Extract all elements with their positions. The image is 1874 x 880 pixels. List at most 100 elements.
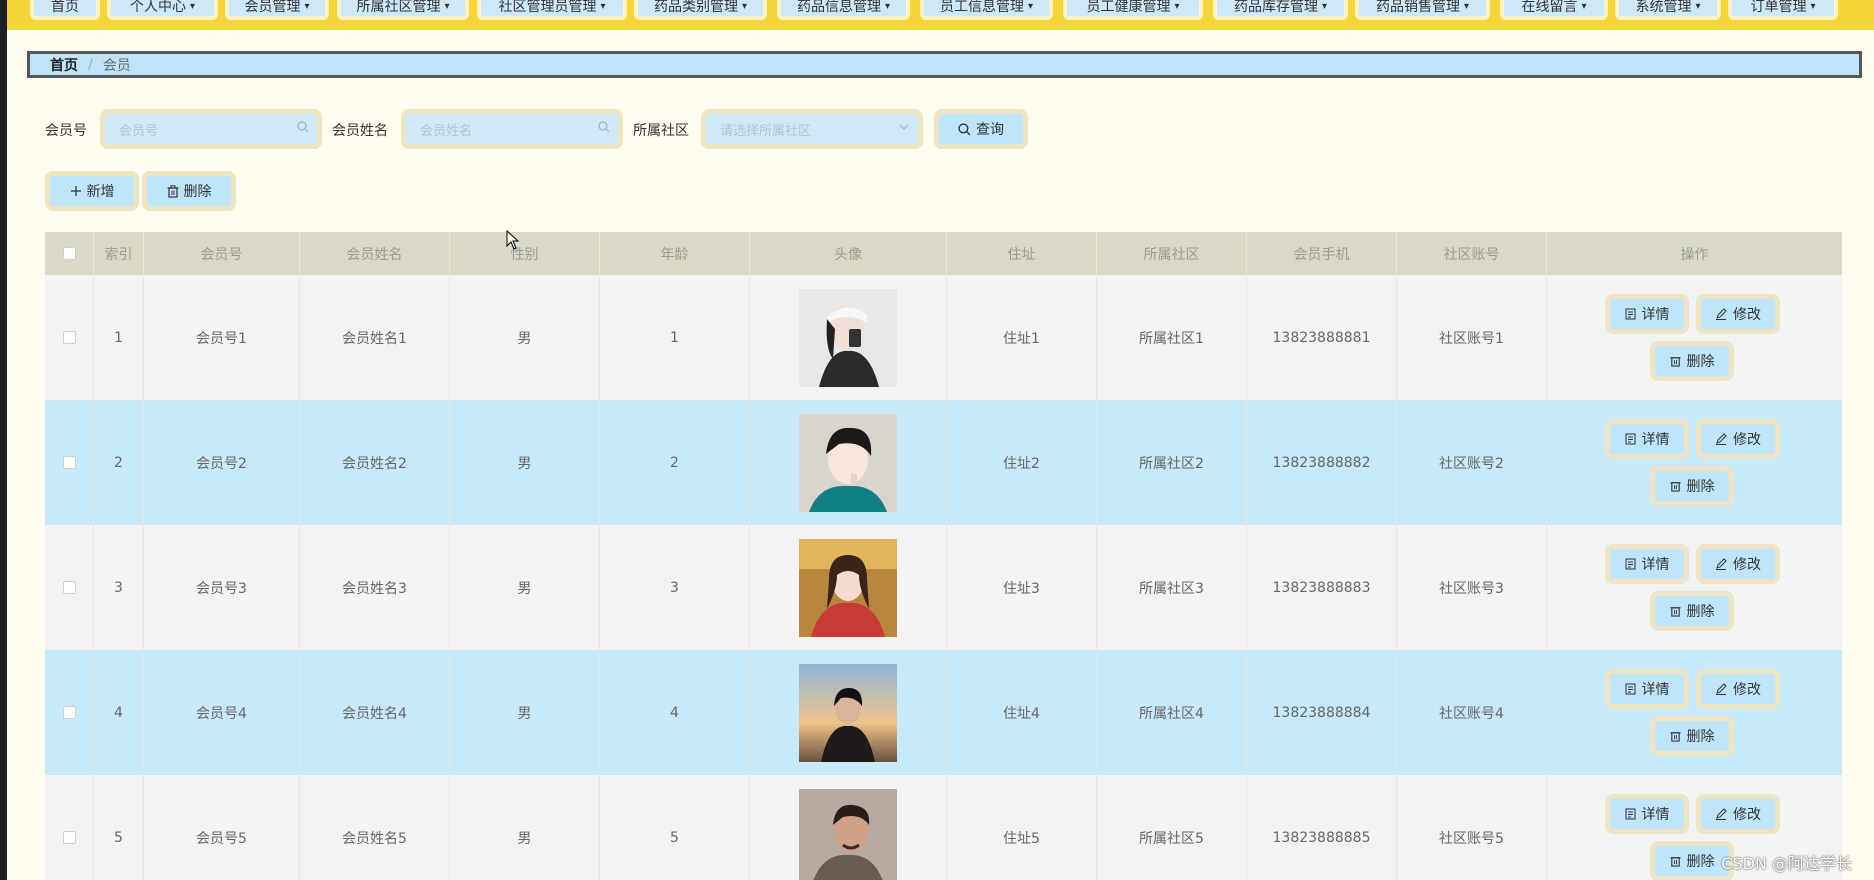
account-cell: 社区账号3 xyxy=(1397,525,1547,650)
header-cell: 索引 xyxy=(94,232,144,275)
delete-label: 删除 xyxy=(1686,354,1715,370)
select-all-checkbox[interactable] xyxy=(62,247,76,260)
detail-button[interactable]: 详情 xyxy=(1605,419,1689,459)
table-row: 4 会员号4 会员姓名4 男 4 住址4 所属社区4 13823888884 社… xyxy=(45,650,1842,775)
row-checkbox[interactable] xyxy=(62,456,76,469)
chevron-down-icon: ▾ xyxy=(304,0,310,12)
edit-button[interactable]: 修改 xyxy=(1696,419,1780,459)
edit-button[interactable]: 修改 xyxy=(1696,294,1780,334)
header-cell: 年龄 xyxy=(600,232,750,275)
detail-button[interactable]: 详情 xyxy=(1605,794,1689,834)
operations-cell: 详情 修改 删除 xyxy=(1547,400,1842,525)
query-button-label: 查询 xyxy=(976,122,1004,138)
pencil-icon xyxy=(1716,433,1727,445)
member-name-cell: 会员姓名1 xyxy=(300,275,450,400)
member-name-input[interactable]: 会员姓名 xyxy=(401,109,623,149)
detail-button[interactable]: 详情 xyxy=(1605,669,1689,709)
avatar[interactable] xyxy=(799,538,897,637)
trash-icon xyxy=(167,184,178,198)
trash-icon xyxy=(1669,857,1681,867)
gender-cell: 男 xyxy=(450,650,600,775)
edit-button[interactable]: 修改 xyxy=(1696,794,1780,834)
nav-item-home[interactable]: 首页 xyxy=(30,0,100,20)
avatar-cell xyxy=(750,775,947,880)
row-checkbox[interactable] xyxy=(62,831,76,844)
document-icon xyxy=(1625,808,1635,820)
community-select[interactable]: 请选择所属社区 xyxy=(701,109,923,149)
row-checkbox[interactable] xyxy=(62,706,76,719)
detail-button[interactable]: 详情 xyxy=(1605,294,1689,334)
nav-item-drug-stock-mgmt[interactable]: 药品库存管理 ▾ xyxy=(1213,0,1348,20)
search-icon xyxy=(297,121,309,133)
breadcrumb-home[interactable]: 首页 xyxy=(50,55,78,75)
delete-button[interactable]: 删除 xyxy=(1650,341,1734,381)
nav-item-personal-center[interactable]: 个人中心 ▾ xyxy=(107,0,218,20)
window-edge xyxy=(0,0,7,880)
row-select-cell[interactable] xyxy=(45,525,94,650)
operations-cell: 详情 修改 删除 xyxy=(1547,275,1842,400)
batch-delete-button[interactable]: 删除 xyxy=(142,171,236,211)
add-button-label: 新增 xyxy=(86,184,115,200)
gender-cell: 男 xyxy=(450,775,600,880)
avatar[interactable] xyxy=(799,288,897,387)
avatar[interactable] xyxy=(799,788,897,880)
detail-label: 详情 xyxy=(1641,432,1670,448)
nav-item-label: 首页 xyxy=(51,0,79,15)
detail-label: 详情 xyxy=(1641,807,1670,823)
age-cell: 4 xyxy=(600,650,750,775)
header-select-all[interactable] xyxy=(45,232,94,275)
nav-item-community-admin-mgmt[interactable]: 社区管理员管理 ▾ xyxy=(477,0,627,20)
add-button[interactable]: 新增 xyxy=(45,171,139,211)
index-cell: 5 xyxy=(94,775,144,880)
avatar[interactable] xyxy=(799,413,897,512)
header-cell: 会员姓名 xyxy=(300,232,450,275)
member-name-cell: 会员姓名3 xyxy=(300,525,450,650)
header-cell: 所属社区 xyxy=(1097,232,1247,275)
chevron-down-icon: ▾ xyxy=(884,0,891,12)
table-row: 1 会员号1 会员姓名1 男 1 住址1 所属社区1 13823888881 社… xyxy=(45,275,1842,400)
edit-button[interactable]: 修改 xyxy=(1696,669,1780,709)
member-no-input[interactable]: 会员号 xyxy=(100,109,322,149)
chevron-down-icon: ▾ xyxy=(1027,0,1034,12)
delete-label: 删除 xyxy=(1686,854,1715,870)
nav-item-member-mgmt[interactable]: 会员管理 ▾ xyxy=(225,0,329,20)
edit-label: 修改 xyxy=(1733,557,1761,573)
nav-item-staff-info-mgmt[interactable]: 员工信息管理 ▾ xyxy=(920,0,1053,20)
index-cell: 1 xyxy=(94,275,144,400)
nav-item-drug-info-mgmt[interactable]: 药品信息管理 ▾ xyxy=(777,0,910,20)
avatar[interactable] xyxy=(799,663,897,762)
query-button[interactable]: 查询 xyxy=(934,109,1028,149)
nav-item-order-mgmt[interactable]: 订单管理 ▾ xyxy=(1728,0,1838,20)
operations-cell: 详情 修改 删除 xyxy=(1547,650,1842,775)
edit-label: 修改 xyxy=(1733,432,1761,448)
member-name-cell: 会员姓名2 xyxy=(300,400,450,525)
nav-item-online-message[interactable]: 在线留言 ▾ xyxy=(1500,0,1608,20)
row-checkbox[interactable] xyxy=(62,581,76,594)
delete-button[interactable]: 删除 xyxy=(1650,716,1734,756)
pencil-icon xyxy=(1716,683,1727,695)
nav-item-drug-sales-mgmt[interactable]: 药品销售管理 ▾ xyxy=(1355,0,1490,20)
row-checkbox[interactable] xyxy=(62,331,76,344)
member-name-cell: 会员姓名4 xyxy=(300,650,450,775)
chevron-down-icon xyxy=(899,124,909,130)
edit-button[interactable]: 修改 xyxy=(1696,544,1780,584)
nav-item-system-mgmt[interactable]: 系统管理 ▾ xyxy=(1615,0,1721,20)
nav-item-label: 系统管理 xyxy=(1635,0,1692,15)
row-select-cell[interactable] xyxy=(45,275,94,400)
row-select-cell[interactable] xyxy=(45,775,94,880)
delete-button[interactable]: 删除 xyxy=(1650,591,1734,631)
nav-item-label: 个人中心 xyxy=(129,0,186,15)
batch-delete-button-label: 删除 xyxy=(183,184,212,200)
nav-item-community-mgmt[interactable]: 所属社区管理 ▾ xyxy=(337,0,469,20)
community-cell: 所属社区3 xyxy=(1097,525,1247,650)
detail-button[interactable]: 详情 xyxy=(1605,544,1689,584)
chevron-down-icon: ▾ xyxy=(1695,0,1701,12)
row-select-cell[interactable] xyxy=(45,400,94,525)
row-select-cell[interactable] xyxy=(45,650,94,775)
delete-button[interactable]: 删除 xyxy=(1650,466,1734,506)
nav-item-drug-category-mgmt[interactable]: 药品类别管理 ▾ xyxy=(634,0,767,20)
detail-label: 详情 xyxy=(1641,682,1670,698)
nav-item-staff-health-mgmt[interactable]: 员工健康管理 ▾ xyxy=(1063,0,1203,20)
document-icon xyxy=(1625,683,1635,695)
nav-item-label: 员工健康管理 xyxy=(1086,0,1171,15)
